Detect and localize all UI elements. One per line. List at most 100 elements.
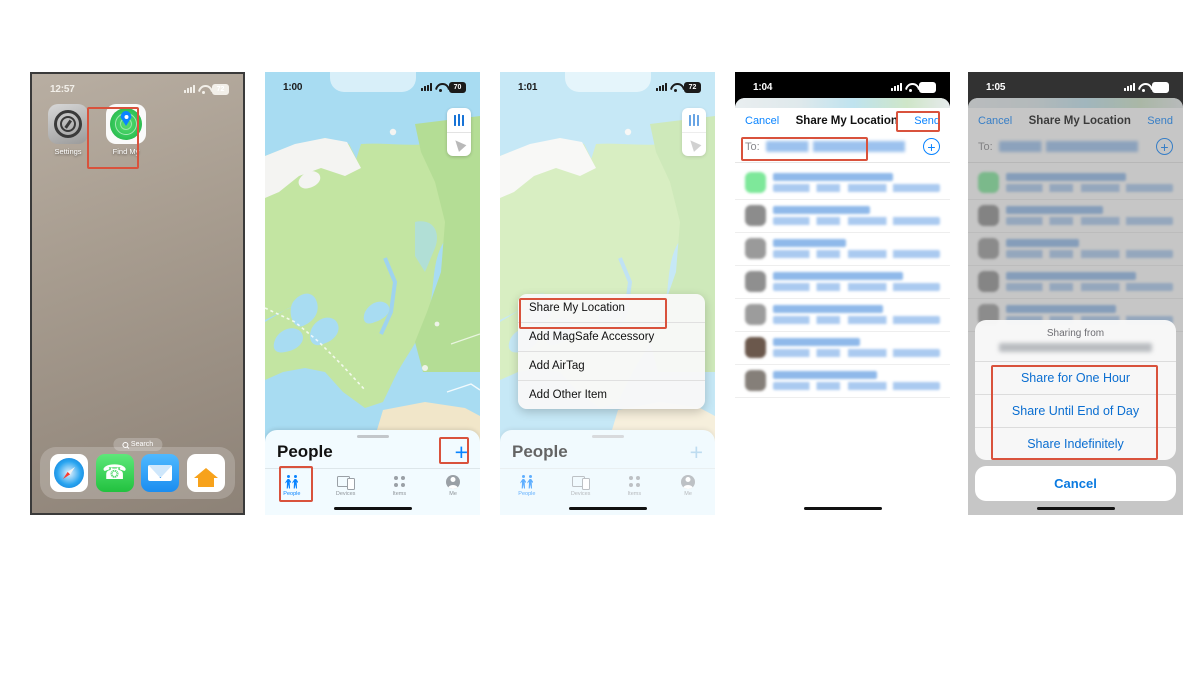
app-label: Settings <box>54 147 82 156</box>
home-screen-wallpaper: 12:57 72 Settings Find My Search ☎ <box>30 72 245 515</box>
page-title: People <box>277 442 333 461</box>
map-peek-strip <box>735 98 950 108</box>
status-time: 1:04 <box>753 81 773 93</box>
option-share-indefinitely[interactable]: Share Indefinitely <box>975 427 1176 460</box>
status-bar: 12:57 72 <box>32 74 243 100</box>
status-time: 1:01 <box>518 81 538 93</box>
tab-label: People <box>283 491 301 497</box>
home-indicator <box>803 506 882 510</box>
action-sheet-header: Sharing from <box>975 320 1176 361</box>
tab-label: Me <box>449 491 457 497</box>
wifi-icon <box>1138 83 1149 92</box>
list-item[interactable] <box>735 200 950 233</box>
app-settings[interactable]: Settings <box>42 104 94 156</box>
home-indicator <box>1036 506 1115 510</box>
tab-people[interactable]: People <box>265 473 319 497</box>
items-icon <box>373 473 427 490</box>
phone-share-compose: 1:04 69 Cancel Share My Location Send To… <box>735 72 950 515</box>
me-avatar-icon <box>426 473 480 490</box>
to-label: To: <box>745 140 760 153</box>
share-duration-action-sheet: Sharing from Share for One Hour Share Un… <box>975 320 1176 501</box>
cancel-button[interactable]: Cancel <box>975 466 1176 501</box>
tab-devices[interactable]: Devices <box>319 473 373 497</box>
phone-icon[interactable]: ☎ <box>95 454 134 492</box>
map-book-icon[interactable] <box>447 108 471 132</box>
location-arrow-icon[interactable] <box>447 132 471 156</box>
status-bar: 1:00 70 <box>265 72 480 98</box>
mail-icon[interactable] <box>141 454 180 492</box>
list-item[interactable] <box>735 332 950 365</box>
home-indicator <box>568 506 647 510</box>
app-find-my[interactable]: Find My <box>100 104 152 156</box>
battery-icon: 69 <box>919 81 936 93</box>
option-share-for-one-hour[interactable]: Share for One Hour <box>975 361 1176 394</box>
avatar <box>745 370 766 391</box>
cellular-signal-icon <box>421 83 432 91</box>
list-item[interactable] <box>735 266 950 299</box>
home-app-icon[interactable] <box>187 454 226 492</box>
list-item[interactable] <box>735 233 950 266</box>
add-person-button[interactable]: + <box>455 441 468 464</box>
avatar <box>745 337 766 358</box>
list-item[interactable] <box>735 365 950 398</box>
to-field-row[interactable]: To: + <box>735 133 950 163</box>
menu-item-add-other-item[interactable]: Add Other Item <box>518 380 705 409</box>
battery-icon: 72 <box>212 83 229 95</box>
add-contact-plus-icon[interactable]: + <box>923 138 940 155</box>
tab-label: Items <box>392 491 407 497</box>
menu-item-add-airtag[interactable]: Add AirTag <box>518 351 705 380</box>
status-bar: 1:01 72 <box>500 72 715 98</box>
tab-label: Devices <box>335 491 356 497</box>
status-bar: 1:04 69 <box>735 72 950 98</box>
list-item[interactable] <box>735 299 950 332</box>
people-sheet: People + People Devices Items Me <box>265 430 480 515</box>
status-time: 1:00 <box>283 81 303 93</box>
contact-list <box>735 163 950 398</box>
wifi-icon <box>905 83 916 92</box>
share-nav-bar: Cancel Share My Location Send <box>735 108 950 133</box>
phone-find-my-people: 1:00 70 People + People Devices Items Me <box>265 72 480 515</box>
tab-items[interactable]: Items <box>373 473 427 497</box>
to-recipient-redacted <box>765 141 917 152</box>
send-button[interactable]: Send <box>914 115 940 127</box>
battery-icon: 69 <box>1152 81 1169 93</box>
phone-add-menu: 1:01 72 Share My Location Add MagSafe Ac… <box>500 72 715 515</box>
avatar <box>745 205 766 226</box>
option-share-until-end-of-day[interactable]: Share Until End of Day <box>975 394 1176 427</box>
status-time: 12:57 <box>50 83 75 95</box>
tab-bar: People Devices Items Me <box>265 468 480 499</box>
battery-icon: 72 <box>684 81 701 93</box>
cellular-signal-icon <box>184 85 195 93</box>
sheet-grabber[interactable] <box>356 435 389 438</box>
avatar <box>745 271 766 292</box>
menu-item-share-my-location[interactable]: Share My Location <box>518 294 705 322</box>
settings-gear-icon <box>48 104 88 144</box>
list-item[interactable] <box>735 167 950 200</box>
people-icon <box>265 473 319 490</box>
cellular-signal-icon <box>1124 83 1135 91</box>
add-context-menu: Share My Location Add MagSafe Accessory … <box>518 294 705 409</box>
cellular-signal-icon <box>891 83 902 91</box>
avatar <box>745 172 766 193</box>
find-my-map-screen: 1:00 70 People + People Devices Items Me <box>265 72 480 515</box>
nav-title: Share My Location <box>795 115 898 127</box>
cancel-button[interactable]: Cancel <box>745 115 779 127</box>
cellular-signal-icon <box>656 83 667 91</box>
phone-home-screen: 12:57 72 Settings Find My Search ☎ <box>30 72 245 515</box>
find-my-map-screen: 1:01 72 Share My Location Add MagSafe Ac… <box>500 72 715 515</box>
avatar <box>745 304 766 325</box>
status-bar: 1:05 69 <box>968 72 1183 98</box>
sharing-from-label: Sharing from <box>1046 328 1105 339</box>
phone-share-duration: 1:05 69 Cancel Share My Location Send To… <box>968 72 1183 515</box>
wifi-icon <box>198 85 209 94</box>
tab-me[interactable]: Me <box>426 473 480 497</box>
battery-icon: 70 <box>449 81 466 93</box>
menu-item-add-magsafe-accessory[interactable]: Add MagSafe Accessory <box>518 322 705 351</box>
share-duration-screen: 1:05 69 Cancel Share My Location Send To… <box>968 72 1183 515</box>
safari-icon[interactable] <box>49 454 88 492</box>
app-grid: Settings Find My <box>42 104 152 156</box>
dock: ☎ <box>40 447 235 499</box>
status-time: 1:05 <box>986 81 1006 93</box>
home-indicator <box>333 506 412 510</box>
devices-icon <box>319 473 373 490</box>
